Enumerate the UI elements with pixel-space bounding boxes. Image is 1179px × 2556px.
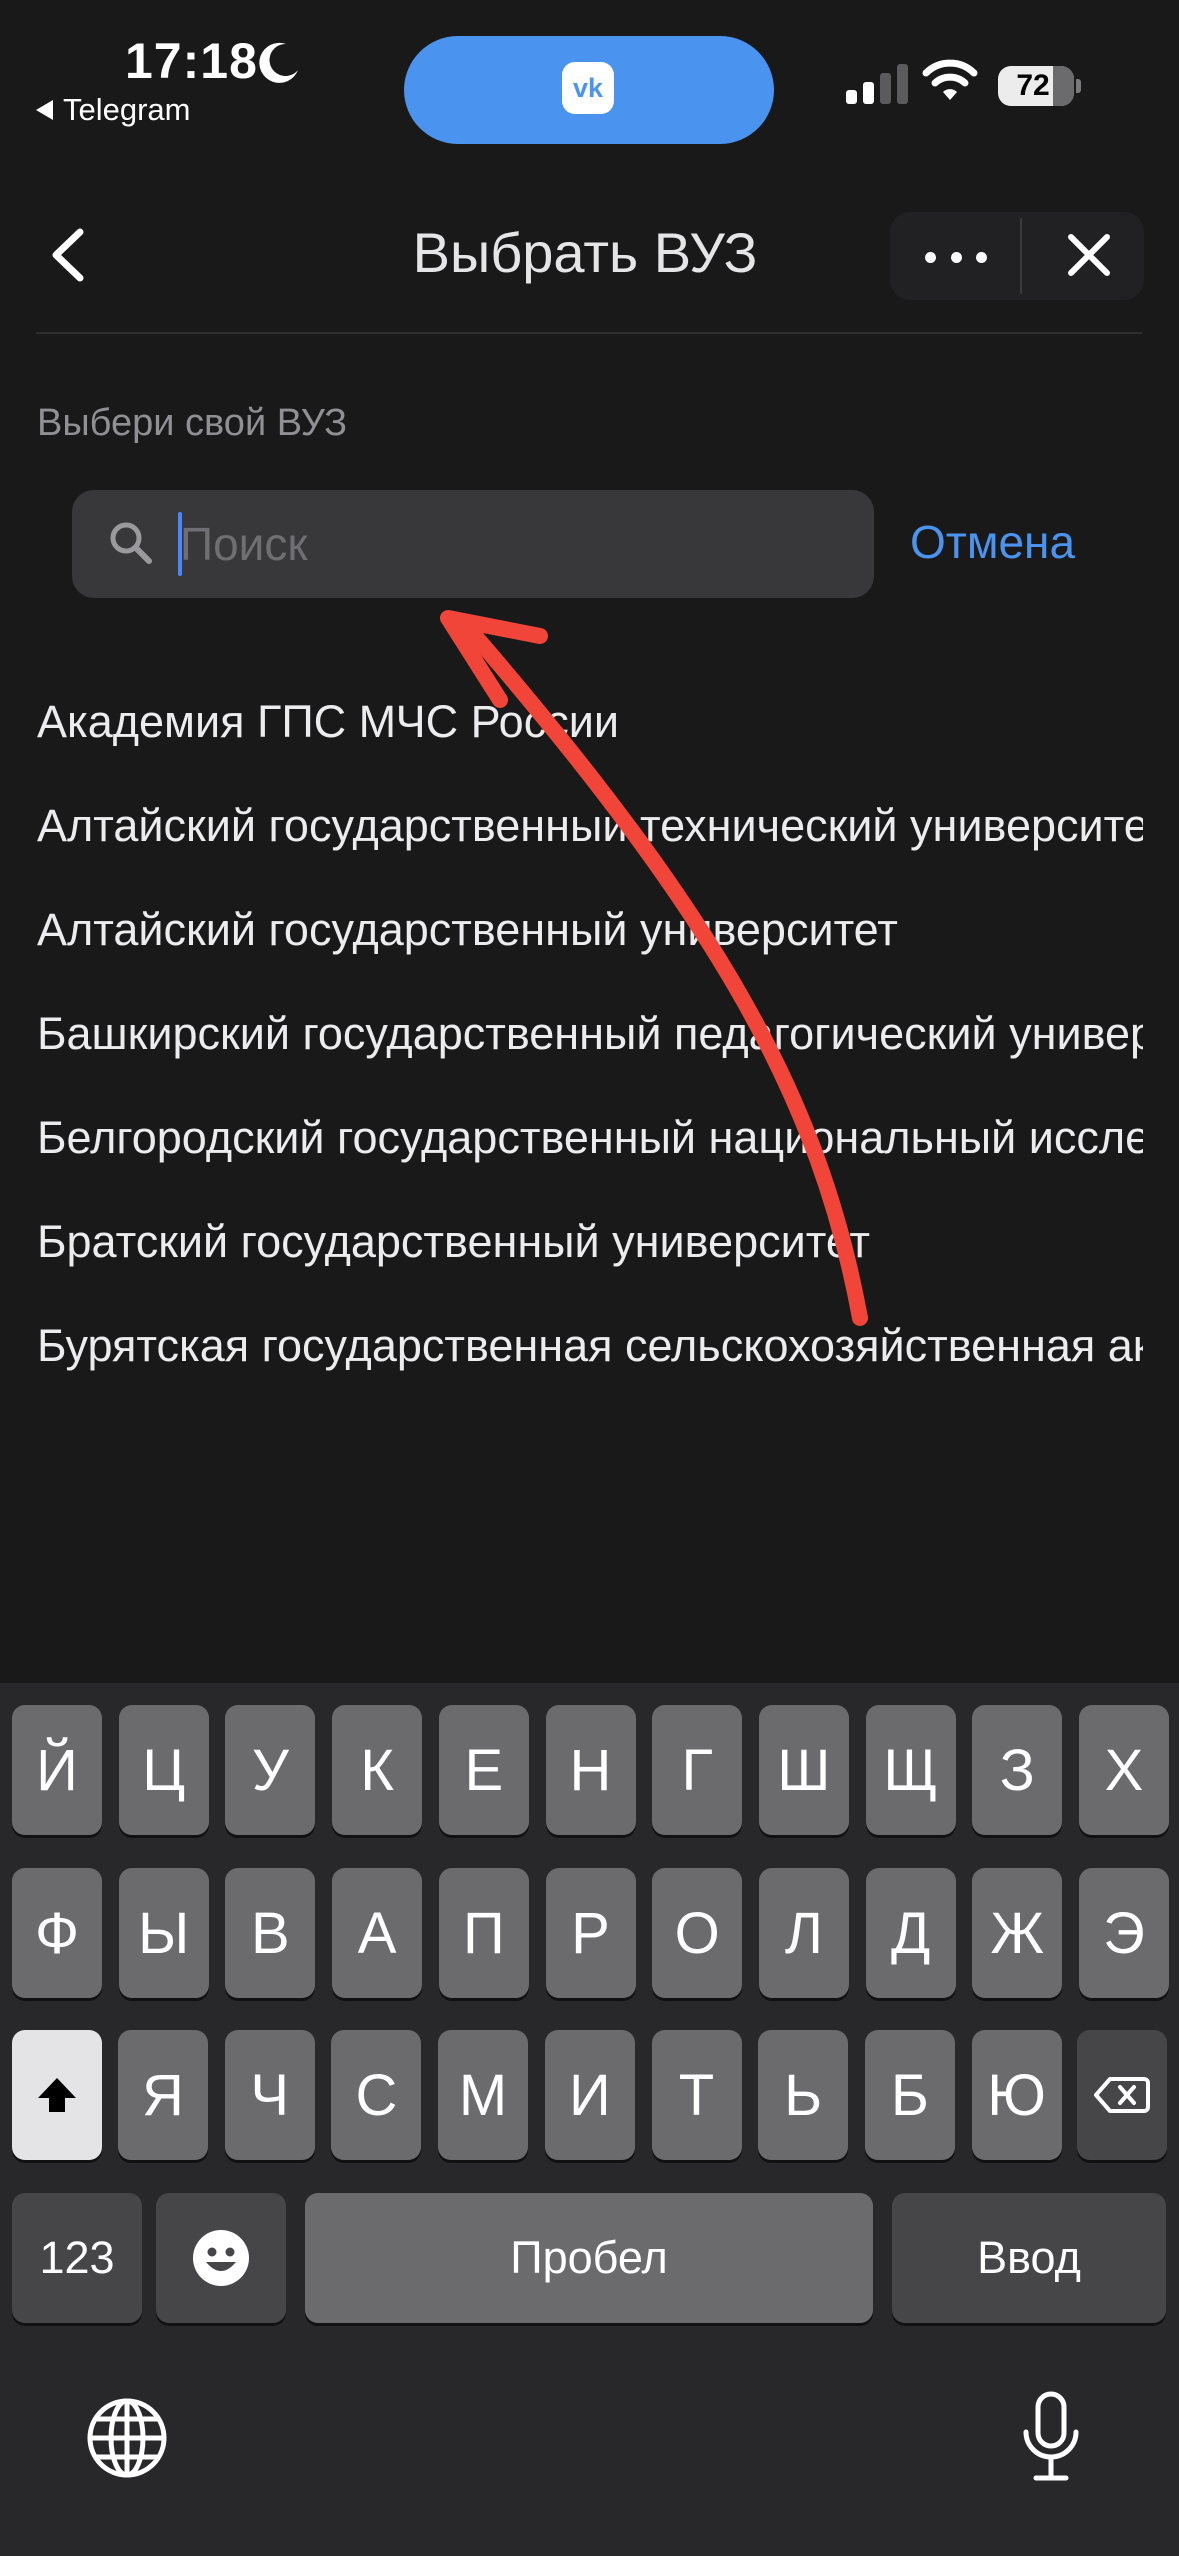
key-10-row1[interactable]: З [972, 1705, 1063, 1835]
key-8-row1[interactable]: Ш [758, 1705, 849, 1835]
shift-key[interactable] [12, 2030, 102, 2160]
key-2-row3[interactable]: Ч [224, 2030, 315, 2160]
key-4-row3[interactable]: М [438, 2030, 529, 2160]
globe-icon[interactable] [84, 2395, 170, 2481]
key-5-row3[interactable]: И [544, 2030, 635, 2160]
key-8-row3[interactable]: Б [864, 2030, 955, 2160]
key-3-row3[interactable]: С [331, 2030, 422, 2160]
emoji-icon [193, 2230, 249, 2286]
cancel-button[interactable]: Отмена [910, 515, 1075, 569]
key-6-row1[interactable]: Н [545, 1705, 636, 1835]
key-4-row1[interactable]: К [332, 1705, 423, 1835]
key-4-row2[interactable]: А [332, 1868, 423, 1998]
search-icon [110, 522, 152, 564]
key-1-row1[interactable]: Й [12, 1705, 102, 1835]
key-3-row2[interactable]: В [225, 1868, 316, 1998]
microphone-icon[interactable] [1016, 2388, 1086, 2488]
key-9-row2[interactable]: Д [865, 1868, 956, 1998]
key-3-row1[interactable]: У [225, 1705, 316, 1835]
key-2-row1[interactable]: Ц [118, 1705, 209, 1835]
backspace-icon [1094, 2077, 1150, 2113]
page-title: Выбрать ВУЗ [412, 221, 758, 284]
enter-key[interactable]: Ввод [892, 2193, 1166, 2323]
key-1-row2[interactable]: Ф [12, 1868, 102, 1998]
section-label: Выбери свой ВУЗ [37, 402, 348, 444]
status-time: 17:18 [125, 33, 258, 89]
back-to-telegram[interactable]: Telegram [36, 92, 191, 128]
key-7-row2[interactable]: О [652, 1868, 743, 1998]
back-triangle-icon [36, 100, 53, 120]
vk-logo-icon: vk [562, 62, 614, 114]
key-6-row3[interactable]: Т [651, 2030, 742, 2160]
back-app-label: Telegram [63, 92, 191, 127]
search-input[interactable] [180, 510, 840, 578]
space-key[interactable]: Пробел [305, 2193, 873, 2323]
shift-icon [38, 2078, 76, 2112]
header-divider [36, 332, 1142, 334]
key-11-row1[interactable]: Х [1079, 1705, 1169, 1835]
battery-icon: 72 [998, 66, 1074, 106]
key-9-row1[interactable]: Щ [865, 1705, 956, 1835]
key-7-row1[interactable]: Г [652, 1705, 743, 1835]
key-2-row2[interactable]: Ы [118, 1868, 209, 1998]
key-11-row2[interactable]: Э [1079, 1868, 1169, 1998]
key-5-row1[interactable]: Е [438, 1705, 529, 1835]
key-7-row3[interactable]: Ь [758, 2030, 849, 2160]
key-1-row3[interactable]: Я [118, 2030, 208, 2160]
battery-level: 72 [1016, 69, 1050, 102]
more-dots-icon[interactable] [925, 234, 987, 280]
backspace-key[interactable] [1077, 2030, 1167, 2160]
list-item[interactable]: Бурятская государственная сельскохозяйст… [37, 1274, 1143, 1418]
key-6-row2[interactable]: Р [545, 1868, 636, 1998]
university-list: Академия ГПС МЧС России Алтайский госуда… [37, 650, 1143, 1418]
close-icon[interactable] [1063, 229, 1115, 281]
chevron-left-icon[interactable] [36, 220, 106, 290]
wifi-icon [922, 59, 978, 100]
key-8-row2[interactable]: Л [758, 1868, 849, 1998]
key-9-row3[interactable]: Ю [971, 2030, 1062, 2160]
key-10-row2[interactable]: Ж [972, 1868, 1063, 1998]
numbers-key[interactable]: 123 [12, 2193, 142, 2323]
key-5-row2[interactable]: П [438, 1868, 529, 1998]
moon-icon [259, 42, 298, 83]
signal-icon [846, 62, 908, 104]
emoji-key[interactable] [156, 2193, 286, 2323]
